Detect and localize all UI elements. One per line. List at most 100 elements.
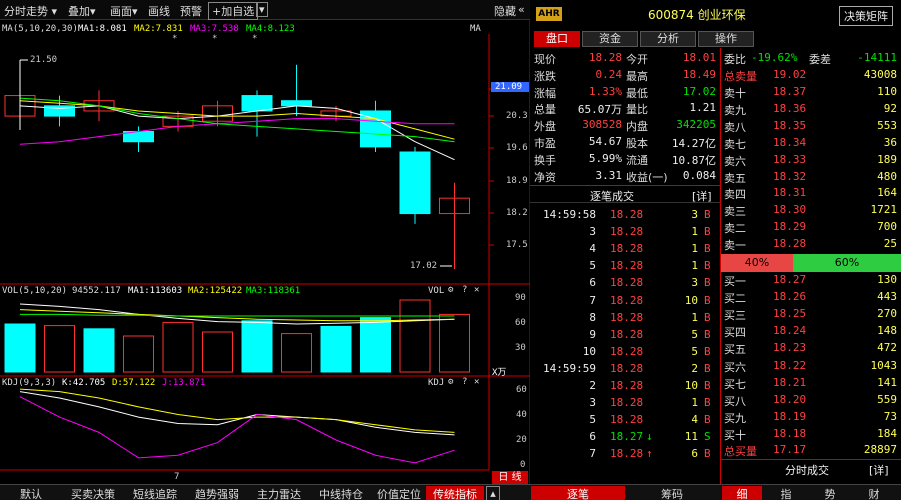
trade-time: 3 xyxy=(589,225,596,239)
add-watchlist-dropdown[interactable]: ▾ xyxy=(256,2,268,17)
tab-operation[interactable]: 操作 xyxy=(698,31,754,47)
trade-side: B xyxy=(704,276,711,290)
order-ratio-value: -19.62% xyxy=(751,51,798,64)
chart-toolbar: 分时走势 ▾ 叠加▾ 画面▾ 画线 预警 +加自选 ▾ 隐藏 « xyxy=(0,0,530,20)
kdj-line-j xyxy=(19,396,455,464)
decision-matrix-button[interactable]: 决策矩阵 xyxy=(839,6,893,26)
tab-chips[interactable]: 筹码 xyxy=(625,486,719,500)
trade-side: B xyxy=(704,379,711,392)
tab-index[interactable]: 指 xyxy=(766,486,806,500)
draw-screen-menu[interactable]: 画面▾ xyxy=(110,3,138,19)
bid-label: 买一 xyxy=(724,275,746,288)
trade-detail-button[interactable]: [详] xyxy=(692,188,712,204)
gear-icon[interactable]: ⚙ xyxy=(448,285,453,295)
overlay-menu[interactable]: 叠加▾ xyxy=(68,3,96,19)
bid-price: 18.20 xyxy=(773,392,807,406)
tab-detail[interactable]: 细 xyxy=(722,486,762,500)
volume-bar xyxy=(162,321,194,373)
bid-label: 买五 xyxy=(724,343,746,357)
tab-traditional-indicator[interactable]: 传统指标 xyxy=(426,486,484,500)
hide-button[interactable]: 隐藏 xyxy=(494,3,516,19)
price-tick: 18.2 xyxy=(506,208,528,218)
quote-value: 1.21 xyxy=(689,101,717,115)
bid-volume: 184 xyxy=(877,426,897,440)
order-ratio-label: 委比 xyxy=(724,53,746,66)
alert-button[interactable]: 预警 xyxy=(180,3,202,19)
help-icon[interactable]: ? xyxy=(462,377,467,387)
help-icon[interactable]: ? xyxy=(462,285,467,295)
nav-arrows[interactable]: « xyxy=(518,3,525,16)
tab-default[interactable]: 默认 xyxy=(0,486,62,500)
bottom-tabbar: 默认 买卖决策 短线追踪 趋势强弱 主力雷达 中线持仓 价值定位 传统指标 ▴ … xyxy=(0,484,901,500)
tab-analysis[interactable]: 分析 xyxy=(640,31,696,47)
price-tick: 19.6 xyxy=(506,143,528,153)
tab-buy-sell-decision[interactable]: 买卖决策 xyxy=(62,486,124,500)
vol-tick: 60 xyxy=(515,318,526,328)
current-price-tag: 21.09 xyxy=(491,82,529,92)
trade-price: 18.28 xyxy=(610,225,644,239)
vol-ma2-value: MA2:125422 xyxy=(188,286,243,296)
trade-side: B xyxy=(704,447,711,461)
gear-icon[interactable]: ⚙ xyxy=(448,377,453,387)
quote-label: 外盘 xyxy=(534,120,556,134)
tab-tick-trades[interactable]: 逐笔 xyxy=(531,486,625,500)
chevron-down-icon: ▾ xyxy=(132,5,138,18)
trade-time: 14:59:58 xyxy=(543,208,596,221)
timeshare-menu[interactable]: 分时走势 ▾ xyxy=(4,3,57,19)
quote-label: 量比 xyxy=(626,103,648,117)
ask-price: 18.29 xyxy=(773,220,807,234)
minute-trade-title: 分时成交 xyxy=(785,464,829,477)
close-icon[interactable]: ✕ xyxy=(474,377,479,387)
ahr-tag[interactable]: AHR xyxy=(536,7,562,21)
bid-label: 买十 xyxy=(724,428,746,442)
volume-bar xyxy=(202,331,233,373)
buy-total-label: 总买量 xyxy=(724,445,757,458)
order-diff-label: 委差 xyxy=(809,53,831,66)
volume-bar xyxy=(241,320,273,373)
trade-side: B xyxy=(704,310,711,324)
bid-volume: 559 xyxy=(877,392,897,406)
bid-label: 买七 xyxy=(724,377,746,391)
trade-time: 8 xyxy=(589,310,596,324)
bid-label: 买九 xyxy=(724,411,746,425)
ask-label: 卖十 xyxy=(724,87,746,100)
signal-star: * xyxy=(252,34,258,44)
ask-price: 18.35 xyxy=(773,118,807,132)
tab-trend[interactable]: 势 xyxy=(810,486,850,500)
minute-trade-detail-button[interactable]: [详] xyxy=(869,462,889,478)
bid-price: 18.18 xyxy=(773,426,807,440)
trade-price: 18.28 xyxy=(610,327,644,341)
tab-order-book[interactable]: 盘口 xyxy=(534,31,580,47)
close-icon[interactable]: ✕ xyxy=(474,285,479,295)
price-tick: 17.5 xyxy=(506,240,528,250)
vol-indicator-tag: VOL xyxy=(428,286,445,296)
sell-total-label: 总卖量 xyxy=(724,70,757,83)
trade-price: 18.28 xyxy=(610,259,644,273)
trade-volume: 6 xyxy=(691,447,698,461)
tab-finance[interactable]: 财 xyxy=(854,486,894,500)
ask-label: 卖二 xyxy=(724,222,746,236)
ask-volume: 553 xyxy=(877,118,897,132)
minute-trade-header: 分时成交 [详] xyxy=(721,459,901,477)
tab-short-track[interactable]: 短线追踪 xyxy=(124,486,186,500)
period-switch[interactable]: 日 线 xyxy=(492,471,528,484)
trade-time: 7 xyxy=(589,293,596,307)
tab-trend-strength[interactable]: 趋势强弱 xyxy=(186,486,248,500)
chart-area[interactable] xyxy=(0,20,530,484)
tab-funds[interactable]: 资金 xyxy=(582,31,638,47)
tab-value-position[interactable]: 价值定位 xyxy=(372,486,426,500)
add-watchlist-button[interactable]: +加自选 xyxy=(208,2,259,20)
kdj-k-value: K:42.705 xyxy=(62,378,106,388)
draw-line-button[interactable]: 画线 xyxy=(148,3,170,19)
tab-main-radar[interactable]: 主力雷达 xyxy=(248,486,310,500)
trade-price: 18.28 xyxy=(610,361,644,375)
tab-more-button[interactable]: ▴ xyxy=(486,486,500,500)
trade-time: 6 xyxy=(589,276,596,290)
trade-time: 2 xyxy=(589,379,596,392)
vol-tick: 90 xyxy=(515,293,526,303)
tab-mid-position[interactable]: 中线持仓 xyxy=(310,486,372,500)
trade-side: B xyxy=(704,344,711,358)
volume-bar xyxy=(320,325,352,373)
trade-side: B xyxy=(704,327,711,341)
vol-ma1-value: MA1:113603 xyxy=(128,286,183,296)
